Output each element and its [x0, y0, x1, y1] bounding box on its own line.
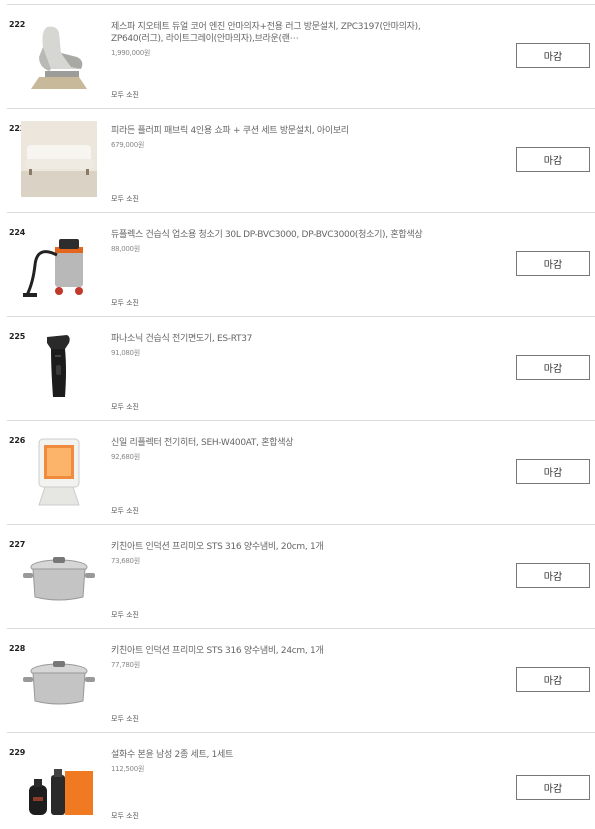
- close-button[interactable]: 마감: [516, 251, 590, 276]
- item-status: 모두 소진: [111, 812, 139, 820]
- close-button[interactable]: 마감: [516, 43, 590, 68]
- item-title[interactable]: 설화수 본윤 남성 2종 세트, 1세트: [111, 749, 431, 761]
- list-item: 223 피라든 플러피 패브릭 4인용 쇼파 + 쿠션 세트 방문설치, 아이보…: [7, 108, 595, 212]
- list-item: 222 제스파 지오테트 듀얼 코어 엔진 안마의자+전용 러그 방문설치, Z…: [7, 4, 595, 108]
- list-item: 229 설화수 본윤 남성 2종 세트, 1세트 112,500원 모두 소진 …: [7, 732, 595, 829]
- item-status: 모두 소진: [111, 715, 139, 723]
- item-status: 모두 소진: [111, 611, 139, 619]
- item-title[interactable]: 피라든 플러피 패브릭 4인용 쇼파 + 쿠션 세트 방문설치, 아이보리: [111, 125, 431, 137]
- electric-heater-icon[interactable]: [21, 433, 97, 509]
- list-item: 226 신일 리플렉터 전기히터, SEH-W400AT, 혼합색상 92,68…: [7, 420, 595, 524]
- item-price: 679,000원: [111, 141, 144, 149]
- item-price: 91,080원: [111, 349, 140, 357]
- item-price: 92,680원: [111, 453, 140, 461]
- close-button[interactable]: 마감: [516, 459, 590, 484]
- cosmetics-set-icon[interactable]: [21, 745, 97, 821]
- close-button[interactable]: 마감: [516, 147, 590, 172]
- pot-icon[interactable]: [21, 641, 97, 717]
- list-item: 225 파나소닉 건습식 전기면도기, ES-RT37 91,080원 모두 소…: [7, 316, 595, 420]
- vacuum-cleaner-icon[interactable]: [21, 225, 97, 301]
- item-status: 모두 소진: [111, 403, 139, 411]
- close-button[interactable]: 마감: [516, 667, 590, 692]
- item-title[interactable]: 신일 리플렉터 전기히터, SEH-W400AT, 혼합색상: [111, 437, 431, 449]
- list-item: 228 키친아트 인덕션 프리미오 STS 316 양수냄비, 24cm, 1개…: [7, 628, 595, 732]
- electric-shaver-icon[interactable]: [21, 329, 97, 405]
- close-button[interactable]: 마감: [516, 775, 590, 800]
- close-button[interactable]: 마감: [516, 563, 590, 588]
- item-status: 모두 소진: [111, 507, 139, 515]
- item-price: 88,000원: [111, 245, 140, 253]
- list-item: 227 키친아트 인덕션 프리미오 STS 316 양수냄비, 20cm, 1개…: [7, 524, 595, 628]
- product-list: 222 제스파 지오테트 듀얼 코어 엔진 안마의자+전용 러그 방문설치, Z…: [0, 0, 595, 829]
- sofa-icon[interactable]: [21, 121, 97, 197]
- item-title[interactable]: 파나소닉 건습식 전기면도기, ES-RT37: [111, 333, 431, 345]
- item-title[interactable]: 제스파 지오테트 듀얼 코어 엔진 안마의자+전용 러그 방문설치, ZPC31…: [111, 21, 431, 45]
- item-status: 모두 소진: [111, 91, 139, 99]
- item-price: 112,500원: [111, 765, 144, 773]
- pot-icon[interactable]: [21, 537, 97, 613]
- item-price: 77,780원: [111, 661, 140, 669]
- item-title[interactable]: 키친아트 인덕션 프리미오 STS 316 양수냄비, 24cm, 1개: [111, 645, 431, 657]
- massage-chair-icon[interactable]: [21, 17, 97, 93]
- item-price: 73,680원: [111, 557, 140, 565]
- item-status: 모두 소진: [111, 195, 139, 203]
- item-title[interactable]: 키친아트 인덕션 프리미오 STS 316 양수냄비, 20cm, 1개: [111, 541, 431, 553]
- close-button[interactable]: 마감: [516, 355, 590, 380]
- item-status: 모두 소진: [111, 299, 139, 307]
- item-title[interactable]: 듀플렉스 건습식 업소용 청소기 30L DP-BVC3000, DP-BVC3…: [111, 229, 431, 241]
- list-item: 224 듀플렉스 건습식 업소용 청소기 30L DP-BVC3000, DP-…: [7, 212, 595, 316]
- item-price: 1,990,000원: [111, 49, 151, 57]
